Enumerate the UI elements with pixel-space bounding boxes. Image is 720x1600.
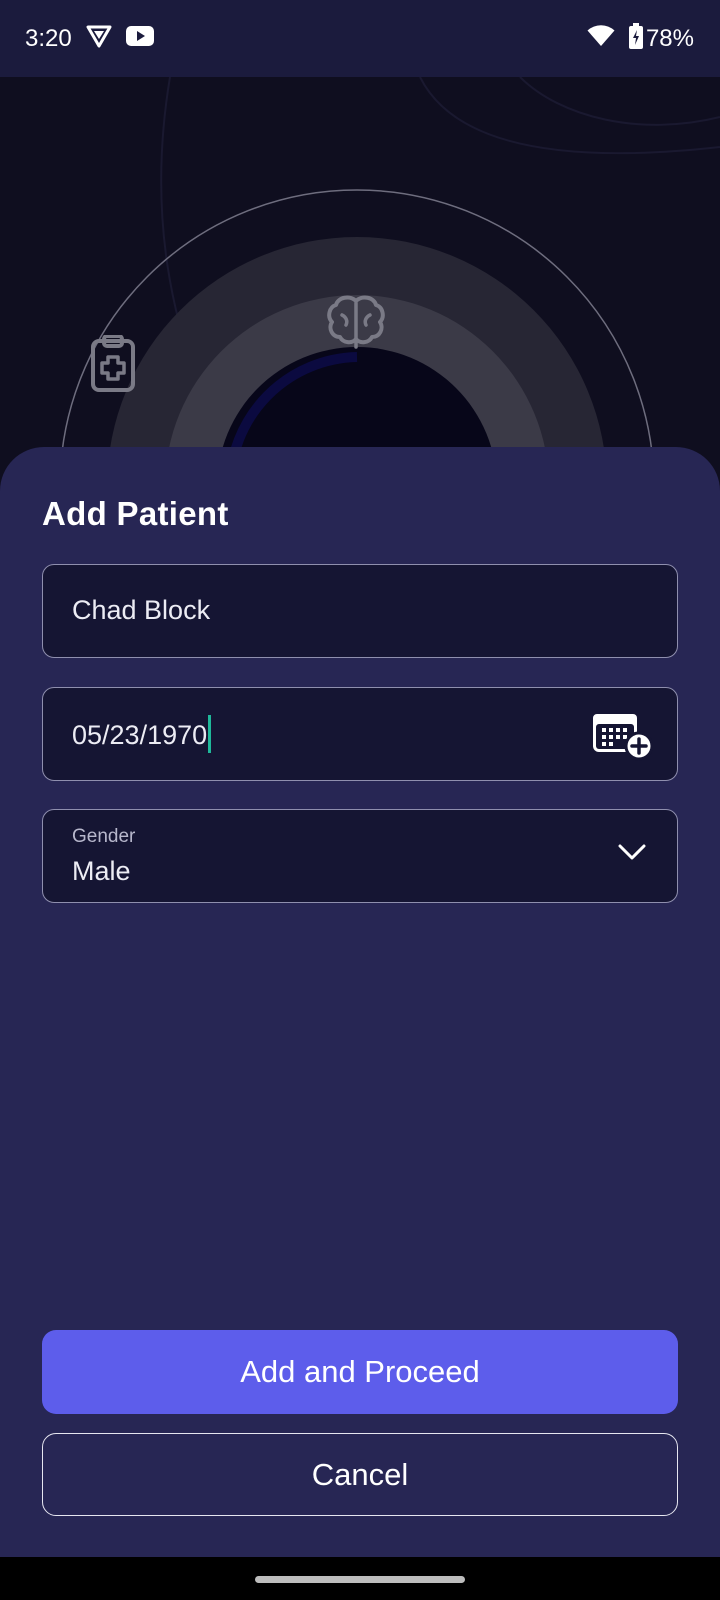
- background-decoration: [0, 77, 720, 477]
- add-and-proceed-button[interactable]: Add and Proceed: [42, 1330, 678, 1414]
- status-right: 78%: [587, 23, 694, 54]
- navigation-bar: [0, 1557, 720, 1600]
- add-patient-sheet: Add Patient Chad Block 05/23/1970 Gender…: [0, 447, 720, 1557]
- dob-value: 05/23/1970: [72, 720, 208, 751]
- gender-select[interactable]: Gender Male: [42, 809, 678, 903]
- calendar-add-icon[interactable]: [591, 708, 654, 762]
- date-of-birth-field[interactable]: 05/23/1970: [42, 687, 678, 781]
- dob-value-wrapper: 05/23/1970: [72, 715, 212, 756]
- shield-app-icon: [86, 24, 112, 53]
- battery-group: 78%: [628, 23, 694, 54]
- gender-label: Gender: [72, 826, 136, 847]
- battery-charging-icon: [628, 23, 643, 54]
- status-time: 3:20: [25, 24, 72, 52]
- name-field[interactable]: Chad Block: [42, 564, 678, 658]
- name-value: Chad Block: [72, 595, 211, 625]
- status-left: 3:20: [25, 24, 154, 53]
- chevron-down-icon: [617, 842, 647, 862]
- sheet-title: Add Patient: [42, 495, 229, 532]
- wifi-icon: [587, 25, 615, 52]
- cancel-button[interactable]: Cancel: [42, 1433, 678, 1516]
- status-bar: 3:20 78%: [0, 0, 720, 77]
- gender-value: Male: [72, 856, 131, 886]
- youtube-icon: [125, 26, 154, 51]
- battery-percent: 78%: [645, 24, 694, 52]
- text-cursor: [208, 715, 212, 753]
- home-indicator[interactable]: [255, 1576, 465, 1583]
